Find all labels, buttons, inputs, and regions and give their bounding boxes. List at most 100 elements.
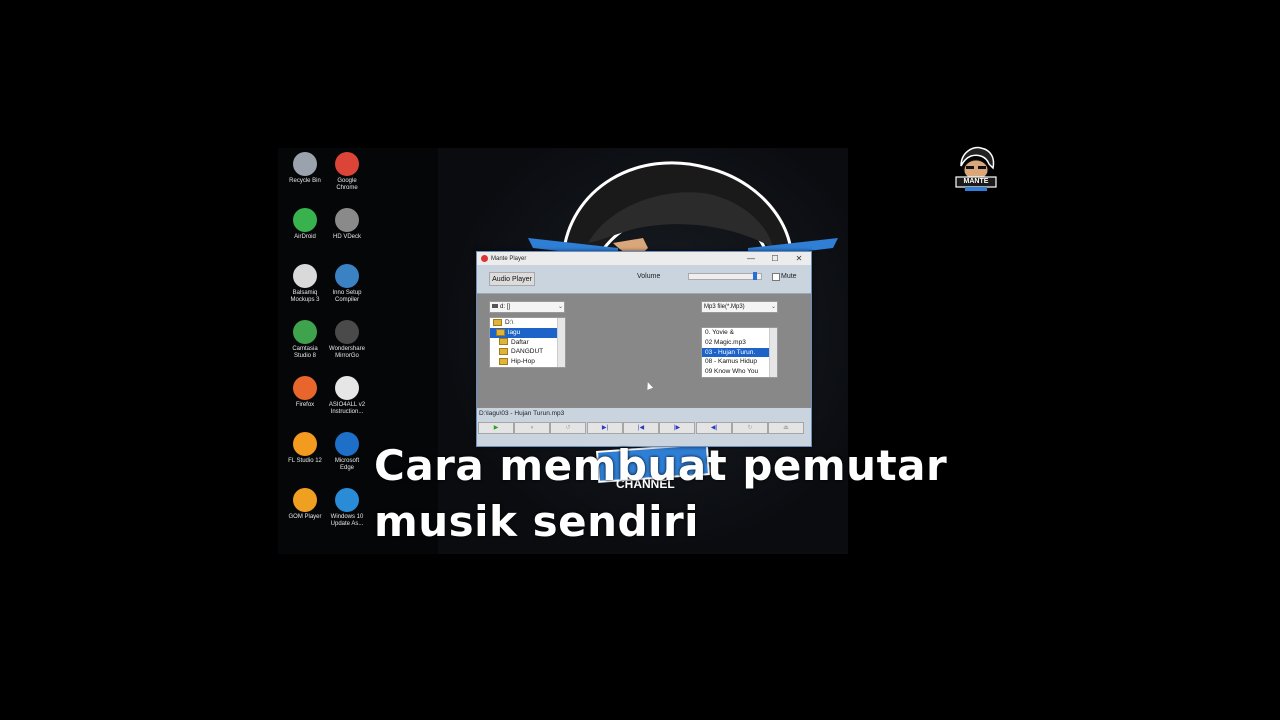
mante-player-window: Mante Player — ☐ ✕ Audio Player Volume M… [476,251,812,447]
desktop-icon[interactable]: Firefox [284,376,326,409]
desktop-icon[interactable]: FL Studio 12 [284,432,326,465]
mante-logo: MANTE [953,146,998,194]
desktop-icon[interactable]: Google Chrome [326,152,368,192]
eject-button[interactable]: ⏏ [768,422,804,434]
file-item[interactable]: 02 Magic.mp3 [702,338,777,348]
repeat-button[interactable]: ↻ [732,422,768,434]
desktop-icon[interactable]: GOM Player [284,488,326,521]
desktop-icon-label: Wondershare MirrorGo [329,346,365,359]
recycle-bin-icon [293,152,317,176]
chevron-down-icon: ⌄ [557,304,563,310]
mute-label: Mute [781,273,797,280]
firefox-icon [293,376,317,400]
volume-label: Volume [637,273,661,280]
desktop-icon[interactable]: Windows 10 Update As... [326,488,368,528]
desktop-icon[interactable]: Inno Setup Compiler [326,264,368,304]
play-button[interactable]: ▶ [478,422,514,434]
mute-checkbox[interactable] [772,273,780,281]
desktop-icon[interactable]: AirDroid [284,208,326,241]
edge-icon [335,432,359,456]
folder-list-scrollbar[interactable] [557,318,565,367]
desktop-icon-label: AirDroid [294,234,316,240]
volume-slider-knob[interactable] [752,272,757,280]
drive-combo[interactable]: d: [] ⌄ [489,301,565,313]
desktop-icon[interactable]: Camtasia Studio 8 [284,320,326,360]
drive-icon [492,304,498,308]
desktop-icon-label: FL Studio 12 [288,458,322,464]
folder-item-label: Hip-Hop [511,358,535,366]
video-caption: Cara membuat pemutar musik sendiri [374,438,974,550]
status-path: D:\lagu\03 - Hujan Turun.mp3 [477,408,811,419]
stop-button[interactable]: ↺ [550,422,586,434]
file-list-scrollbar[interactable] [769,328,777,377]
desktop-icon-label: HD VDeck [332,234,361,240]
close-button[interactable]: ✕ [787,254,811,263]
chrome-icon [335,152,359,176]
inno-setup-icon [335,264,359,288]
folder-item[interactable]: Daftar [490,338,565,348]
desktop-icon[interactable]: Recycle Bin [284,152,326,185]
folder-icon [493,318,502,326]
desktop-icon[interactable]: ASIO4ALL v2 Instruction... [326,376,368,416]
folder-icon [499,357,508,365]
volume-slider[interactable] [688,272,762,280]
airdroid-icon [293,208,317,232]
folder-item[interactable]: lagu [490,327,565,338]
hd-vdeck-icon [335,208,359,232]
folder-icon [499,348,508,356]
logo-text: MANTE [963,178,989,185]
folder-icon [496,328,505,336]
folder-item-label: lagu [508,328,521,336]
maximize-button[interactable]: ☐ [763,254,787,263]
folder-list[interactable]: D:\ lagu Daftar DANGDUT Hip-Hop [489,317,566,368]
folder-item-label: DANGDUT [511,348,544,356]
folder-item[interactable]: Hip-Hop [490,357,565,367]
app-icon [481,255,488,262]
pause-button[interactable]: ⏸ [514,422,550,434]
desktop-icon-label: Microsoft Edge [334,458,360,471]
balsamiq-icon [293,264,317,288]
desktop-icon[interactable]: Wondershare MirrorGo [326,320,368,360]
browser-panel: d: [] ⌄ D:\ lagu Daftar DANGDUT Hip-Hop Mp3 … [477,294,811,407]
file-filter-value: Mp3 file(*.Mp3) [704,304,745,310]
gom-player-icon [293,488,317,512]
caption-line-2: musik sendiri [374,497,700,546]
forward-button[interactable]: |▶ [659,422,695,434]
file-item[interactable]: 08 - Kamus Hidup [702,357,777,367]
folder-item-label: D:\ [505,319,514,326]
folder-icon [499,338,508,346]
folder-item-label: Daftar [511,338,529,346]
desktop-icon-label: ASIO4ALL v2 Instruction... [328,402,366,415]
camtasia-icon [293,320,317,344]
title-bar[interactable]: Mante Player — ☐ ✕ [477,252,811,265]
chevron-down-icon: ⌄ [770,304,776,310]
desktop-icon-label: Firefox [295,402,315,408]
file-item[interactable]: 0. Yovie & [702,328,777,338]
caption-line-1: Cara membuat pemutar [374,441,948,490]
desktop-icon-label: Camtasia Studio 8 [292,346,318,359]
desktop-icon-label: Recycle Bin [289,178,321,184]
desktop-icon[interactable]: Microsoft Edge [326,432,368,472]
folder-item[interactable]: DANGDUT [490,347,565,357]
window-title: Mante Player [491,255,527,262]
windows-icon [335,488,359,512]
mirrorgo-icon [335,320,359,344]
folder-item[interactable]: D:\ [490,318,565,328]
back-button[interactable]: ◀| [696,422,732,434]
previous-button[interactable]: |◀ [623,422,659,434]
file-list[interactable]: 0. Yovie & 02 Magic.mp3 03 - Hujan Turun. 0… [701,327,778,378]
file-filter-combo[interactable]: Mp3 file(*.Mp3) ⌄ [701,301,778,313]
drive-combo-value: d: [] [500,304,511,310]
pdf-icon [335,376,359,400]
next-button[interactable]: ▶| [587,422,623,434]
desktop-icon-label: Windows 10 Update As... [330,514,364,527]
toolbar: Audio Player Volume Mute [477,265,811,294]
desktop-icon[interactable]: HD VDeck [326,208,368,241]
desktop-icon[interactable]: Balsamiq Mockups 3 [284,264,326,304]
fl-studio-icon [293,432,317,456]
file-item[interactable]: 03 - Hujan Turun. [702,347,777,358]
file-item[interactable]: 09 Know Who You [702,367,777,377]
audio-player-button[interactable]: Audio Player [489,272,535,286]
desktop-icon-label: GOM Player [288,514,322,520]
minimize-button[interactable]: — [739,254,763,263]
